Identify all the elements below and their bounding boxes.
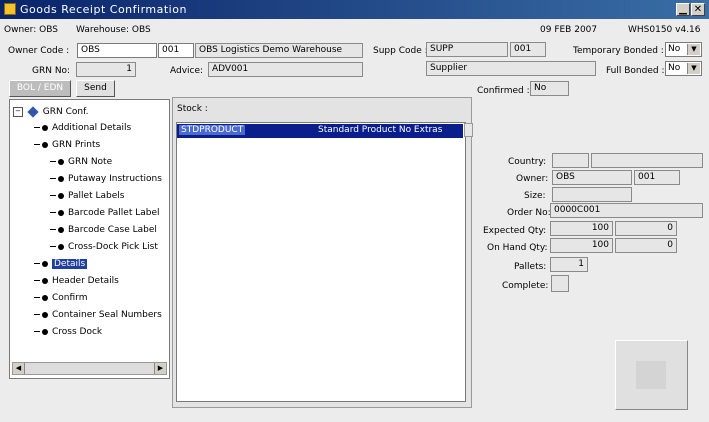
confirmed-label: Confirmed : bbox=[477, 86, 530, 96]
temporary-bonded-label: Temporary Bonded : bbox=[573, 46, 664, 56]
tree-item-cross-dock[interactable]: Cross Dock bbox=[34, 326, 102, 338]
order-no-field: 0000C001 bbox=[550, 203, 703, 218]
minimize-button[interactable]: ▁ bbox=[676, 3, 690, 16]
bullet-icon bbox=[42, 311, 48, 318]
pallets-label: Pallets: bbox=[514, 262, 547, 272]
owner-info: Owner: OBS bbox=[4, 25, 58, 35]
bullet-icon bbox=[42, 277, 48, 284]
pallets-field: 1 bbox=[550, 257, 588, 272]
owner-code-input[interactable]: OBS bbox=[77, 43, 157, 58]
size-label: Size: bbox=[524, 191, 546, 201]
order-no-label: Order No: bbox=[507, 208, 551, 218]
complete-checkbox[interactable] bbox=[551, 275, 569, 292]
bullet-icon bbox=[58, 226, 64, 233]
country-code-field bbox=[552, 153, 589, 168]
warehouse-code-input[interactable]: 001 bbox=[158, 43, 194, 58]
on-hand-qty-label: On Hand Qty: bbox=[487, 243, 548, 253]
stock-code: STDPRODUCT bbox=[179, 125, 246, 135]
tree-item-grn-prints[interactable]: GRN Prints bbox=[34, 139, 100, 151]
expected-qty-field: 100 bbox=[550, 221, 613, 236]
tree-root-label: GRN Conf. bbox=[42, 107, 89, 117]
complete-label: Complete: bbox=[502, 281, 549, 291]
tree-item-barcode-case[interactable]: Barcode Case Label bbox=[50, 224, 157, 236]
bullet-icon bbox=[42, 141, 48, 148]
tree-item-pallet-labels[interactable]: Pallet Labels bbox=[50, 190, 124, 202]
app-icon bbox=[4, 3, 16, 15]
bullet-icon bbox=[58, 158, 64, 165]
bullet-icon bbox=[58, 243, 64, 250]
grn-tree-panel[interactable]: − GRN Conf. Additional Details GRN Print… bbox=[9, 99, 170, 379]
collapse-icon[interactable]: − bbox=[13, 106, 23, 117]
supp-branch-field: 001 bbox=[510, 42, 546, 57]
full-bonded-label: Full Bonded : bbox=[606, 66, 665, 76]
grn-no-field: 1 bbox=[76, 62, 136, 77]
scroll-right-icon[interactable]: ▶ bbox=[154, 363, 166, 374]
supp-code-field: SUPP bbox=[426, 42, 508, 57]
tree-item-details[interactable]: Details bbox=[34, 258, 88, 270]
stock-list[interactable]: STDPRODUCT Standard Product No Extras bbox=[176, 122, 473, 402]
chevron-down-icon[interactable]: ▼ bbox=[687, 63, 700, 74]
tree-item-confirm[interactable]: Confirm bbox=[34, 292, 87, 304]
bullet-icon bbox=[58, 192, 64, 199]
product-image-box bbox=[615, 340, 688, 410]
tree-item-grn-note[interactable]: GRN Note bbox=[50, 156, 112, 168]
advice-label: Advice: bbox=[170, 66, 204, 76]
detail-owner-field: OBS bbox=[552, 170, 632, 185]
owner-label: Owner: bbox=[516, 174, 549, 184]
bullet-icon bbox=[42, 294, 48, 301]
on-hand-qty2-field: 0 bbox=[615, 238, 677, 253]
expected-qty2-field: 0 bbox=[615, 221, 677, 236]
country-name-field bbox=[591, 153, 703, 168]
date-info: 09 FEB 2007 bbox=[540, 25, 598, 35]
version-info: WHS0150 v4.16 bbox=[628, 25, 701, 35]
tree-item-barcode-pallet[interactable]: Barcode Pallet Label bbox=[50, 207, 160, 219]
tree-item-header-details[interactable]: Header Details bbox=[34, 275, 119, 287]
bullet-icon bbox=[58, 175, 64, 182]
warehouse-info: Warehouse: OBS bbox=[76, 25, 151, 35]
bol-edn-button[interactable]: BOL / EDN bbox=[9, 80, 71, 97]
owner-code-label: Owner Code : bbox=[8, 46, 70, 56]
advice-field: ADV001 bbox=[208, 62, 363, 77]
temporary-bonded-value: No bbox=[668, 44, 681, 54]
image-placeholder-icon bbox=[636, 361, 666, 389]
list-item[interactable]: STDPRODUCT Standard Product No Extras bbox=[177, 124, 463, 138]
tree-root[interactable]: − GRN Conf. bbox=[13, 105, 89, 118]
on-hand-qty-field: 100 bbox=[550, 238, 613, 253]
bullet-icon bbox=[42, 328, 48, 335]
title-bar: Goods Receipt Confirmation ▁ ✕ bbox=[0, 0, 709, 19]
window-title: Goods Receipt Confirmation bbox=[20, 3, 187, 16]
bullet-icon bbox=[42, 260, 48, 267]
stock-description: Standard Product No Extras bbox=[318, 125, 443, 135]
stock-label: Stock : bbox=[177, 104, 208, 114]
country-label: Country: bbox=[508, 157, 547, 167]
bullet-icon bbox=[42, 124, 48, 131]
tree-item-cross-dock-pick[interactable]: Cross-Dock Pick List bbox=[50, 241, 158, 253]
chevron-down-icon[interactable]: ▼ bbox=[687, 44, 700, 55]
full-bonded-select[interactable]: No ▼ bbox=[665, 61, 702, 76]
detail-owner-branch-field: 001 bbox=[634, 170, 680, 185]
tree-item-putaway[interactable]: Putaway Instructions bbox=[50, 173, 162, 185]
warehouse-name-field: OBS Logistics Demo Warehouse bbox=[195, 43, 363, 58]
supp-code-label: Supp Code : bbox=[373, 46, 428, 56]
supplier-name-field: Supplier bbox=[426, 61, 596, 76]
size-field bbox=[552, 187, 632, 202]
scroll-left-icon[interactable]: ◀ bbox=[13, 363, 25, 374]
close-button[interactable]: ✕ bbox=[691, 3, 705, 16]
tree-hscrollbar[interactable]: ◀ ▶ bbox=[12, 362, 167, 375]
send-button[interactable]: Send bbox=[76, 80, 115, 97]
stock-panel: Stock : STDPRODUCT Standard Product No E… bbox=[172, 97, 473, 408]
tree-item-container-seal[interactable]: Container Seal Numbers bbox=[34, 309, 162, 321]
grn-no-label: GRN No: bbox=[32, 66, 71, 76]
temporary-bonded-select[interactable]: No ▼ bbox=[665, 42, 702, 57]
full-bonded-value: No bbox=[668, 63, 681, 73]
expected-qty-label: Expected Qty: bbox=[483, 226, 547, 236]
stock-vscrollbar[interactable] bbox=[464, 123, 473, 137]
diamond-icon bbox=[27, 105, 39, 118]
confirmed-field: No bbox=[530, 81, 569, 96]
tree-item-additional-details[interactable]: Additional Details bbox=[34, 122, 131, 134]
bullet-icon bbox=[58, 209, 64, 216]
